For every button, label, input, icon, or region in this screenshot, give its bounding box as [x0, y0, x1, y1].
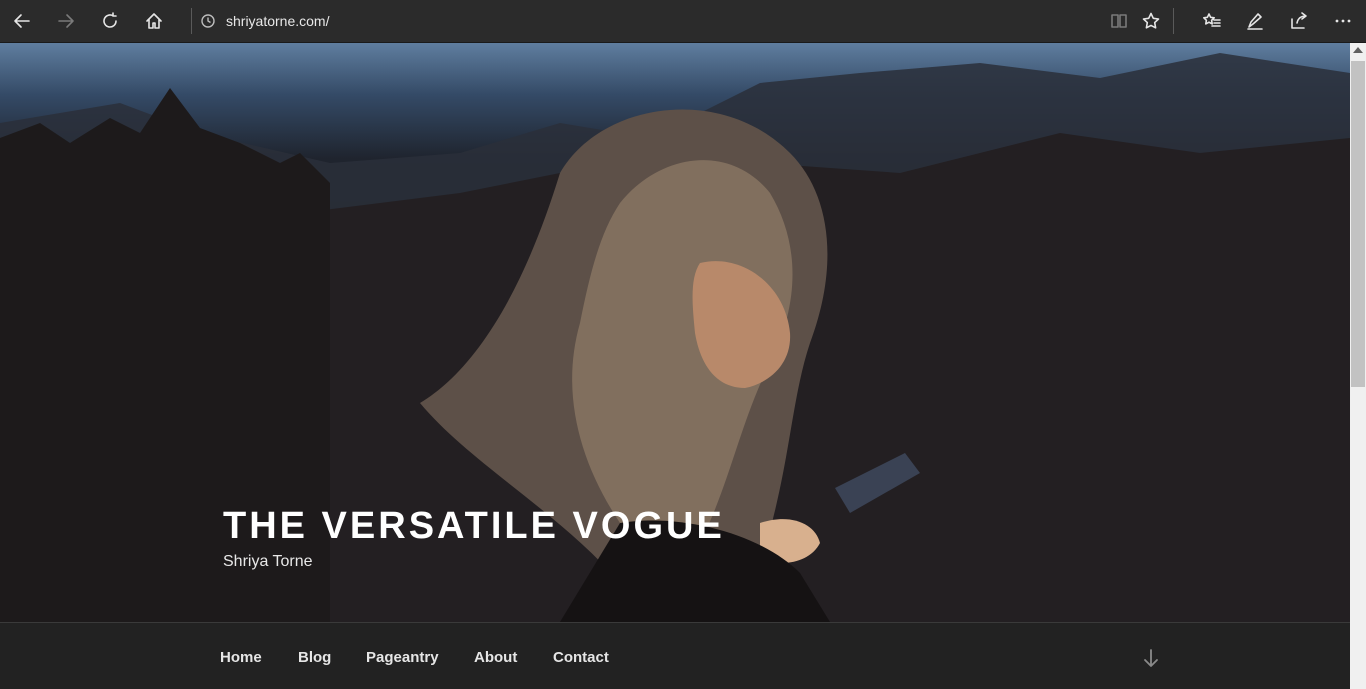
- nav-item-home[interactable]: Home: [220, 649, 262, 666]
- scroll-down-button[interactable]: [1140, 647, 1162, 669]
- nav-item-contact[interactable]: Contact: [553, 649, 609, 666]
- favorite-star-icon: [1142, 12, 1160, 29]
- url-text: shriyatorne.com/: [226, 13, 330, 29]
- site-title[interactable]: THE VERSATILE VOGUE: [223, 505, 725, 548]
- reading-view-button[interactable]: [1103, 6, 1135, 36]
- site-description: Shriya Torne: [223, 553, 313, 570]
- nav-item-about[interactable]: About: [474, 649, 517, 666]
- toolbar-divider: [1173, 8, 1174, 34]
- scrollbar-thumb[interactable]: [1351, 61, 1365, 387]
- scroll-up-arrow-icon[interactable]: [1353, 47, 1363, 53]
- site-navigation: Home Blog Pageantry About Contact: [0, 622, 1350, 689]
- web-note-button[interactable]: [1239, 6, 1271, 36]
- add-favorite-button[interactable]: [1135, 6, 1167, 36]
- arrow-down-icon: [1144, 649, 1158, 667]
- forward-icon: [58, 14, 74, 28]
- toolbar-divider: [191, 8, 192, 34]
- history-icon: [201, 14, 215, 28]
- share-button[interactable]: [1283, 6, 1315, 36]
- back-icon: [14, 14, 30, 28]
- page-scrollbar[interactable]: [1350, 43, 1366, 689]
- address-bar[interactable]: shriyatorne.com/: [200, 6, 1080, 36]
- browser-toolbar: shriyatorne.com/: [0, 0, 1366, 43]
- home-icon: [146, 13, 162, 29]
- hero-header-image: THE VERSATILE VOGUE Shriya Torne: [0, 43, 1350, 622]
- nav-item-blog[interactable]: Blog: [298, 649, 331, 666]
- home-button[interactable]: [138, 6, 170, 36]
- share-icon: [1291, 12, 1307, 29]
- more-icon: [1335, 19, 1351, 23]
- pen-icon: [1247, 13, 1263, 30]
- refresh-button[interactable]: [94, 6, 126, 36]
- nav-item-pageantry[interactable]: Pageantry: [366, 649, 439, 666]
- more-button[interactable]: [1327, 6, 1359, 36]
- reading-view-icon: [1111, 14, 1127, 28]
- favorites-hub-button[interactable]: [1196, 6, 1228, 36]
- refresh-icon: [103, 12, 117, 28]
- back-button[interactable]: [6, 6, 38, 36]
- forward-button[interactable]: [50, 6, 82, 36]
- favorites-hub-icon: [1203, 13, 1221, 27]
